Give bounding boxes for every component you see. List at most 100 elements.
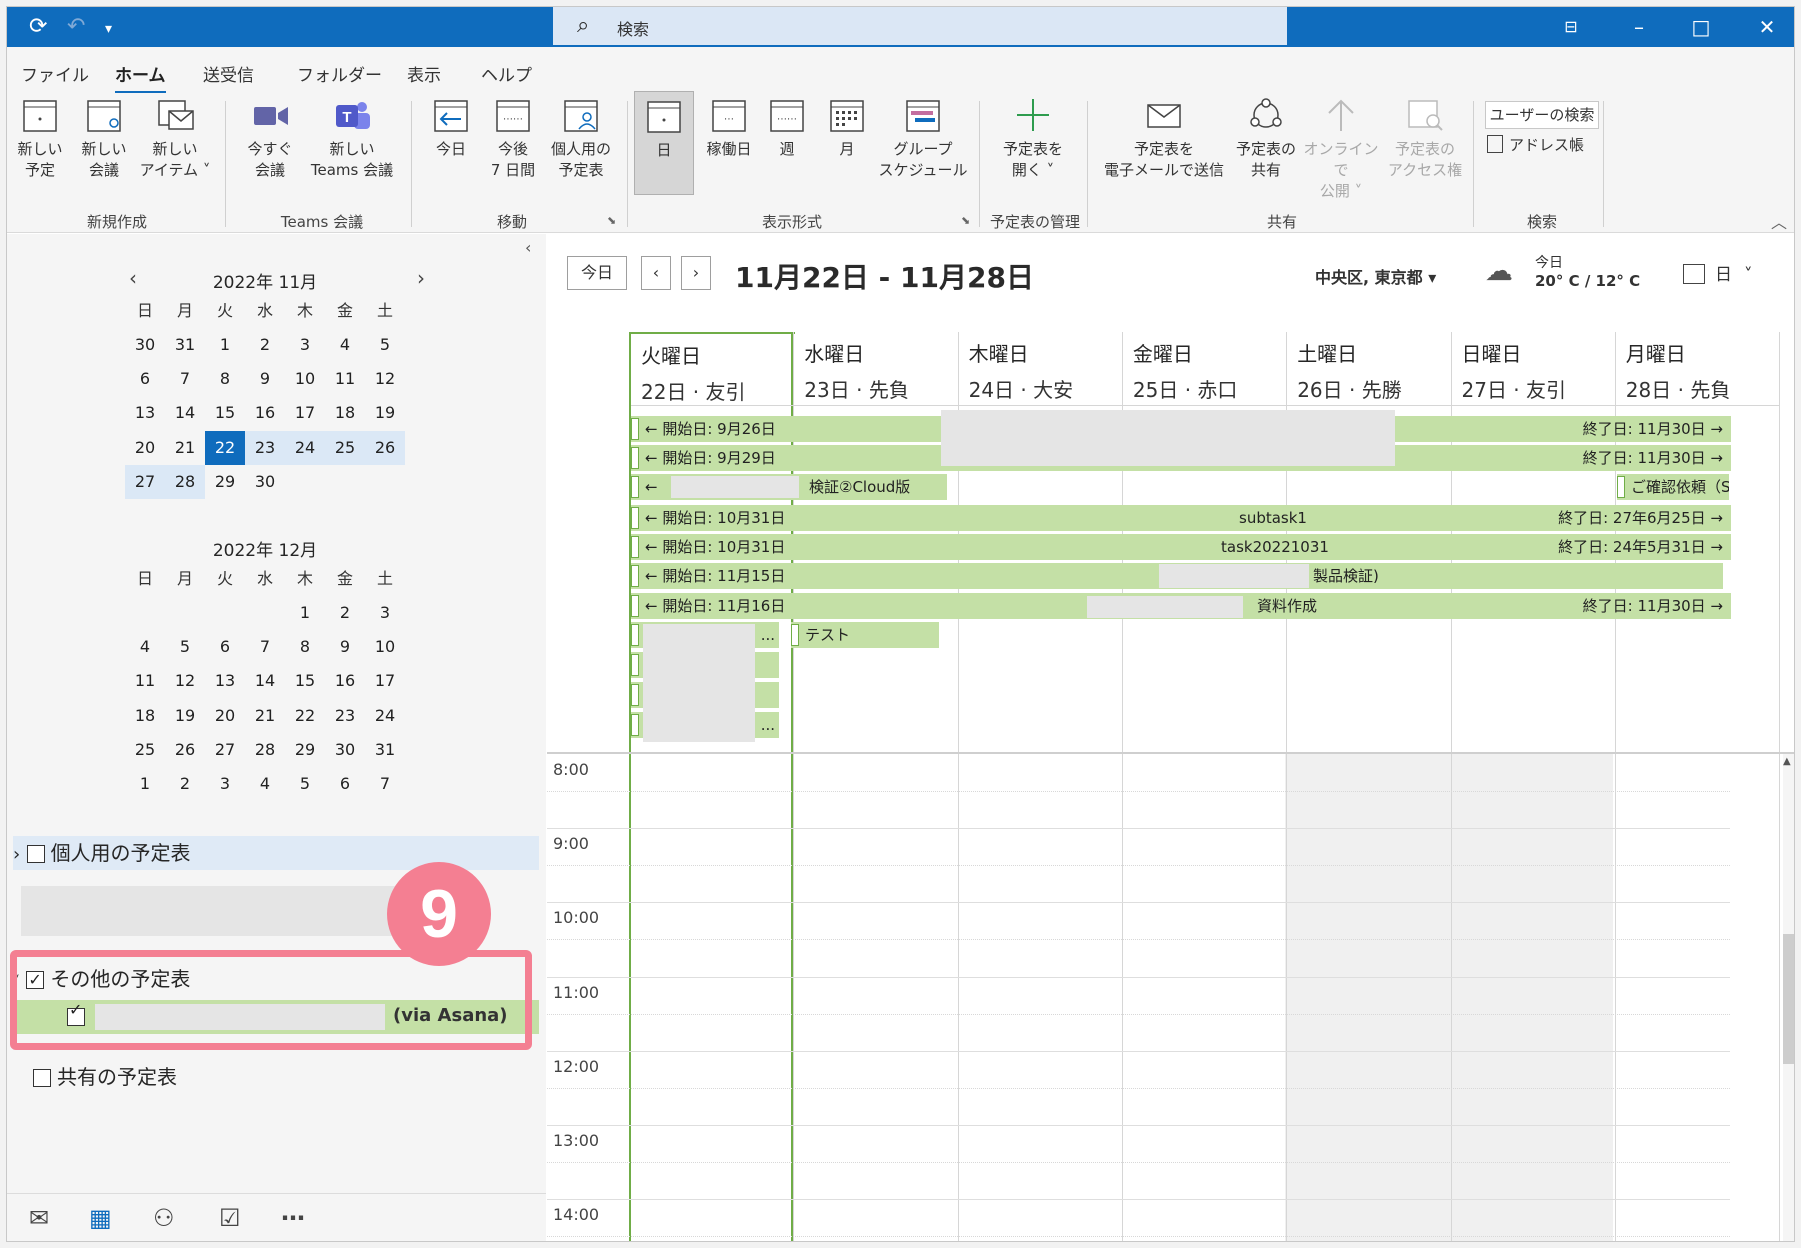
day-cell[interactable]: 1: [285, 596, 325, 630]
day-header[interactable]: 土曜日 26日 · 先勝: [1287, 332, 1452, 406]
email-calendar-button[interactable]: 予定表を 電子メールで送信: [1097, 95, 1231, 181]
day-cell[interactable]: 12: [165, 664, 205, 698]
weather-location[interactable]: 中央区, 東京都 ▾: [1315, 264, 1436, 288]
scroll-up-icon[interactable]: ▲: [1783, 756, 1791, 767]
day-cell[interactable]: 25: [325, 430, 365, 465]
tasks-icon[interactable]: ☑: [219, 1204, 241, 1232]
view-day-button[interactable]: 日: [634, 91, 694, 195]
day-cell[interactable]: 5: [365, 328, 405, 362]
day-header[interactable]: 日曜日 27日 · 友引: [1451, 332, 1616, 406]
shared-checkbox[interactable]: [33, 1069, 51, 1087]
day-cell[interactable]: 21: [165, 431, 205, 465]
tab-folder[interactable]: フォルダー: [297, 61, 382, 86]
day-cell[interactable]: 15: [205, 396, 245, 430]
personal-checkbox[interactable]: [26, 845, 45, 863]
mail-icon[interactable]: ✉: [29, 1204, 49, 1232]
day-header[interactable]: 木曜日 24日 · 大安: [958, 332, 1123, 406]
more-icon[interactable]: ⋯: [281, 1204, 305, 1232]
open-calendar-button[interactable]: 予定表を 開く ˅: [991, 95, 1075, 181]
view-group-schedule-button[interactable]: グループ スケジュール: [875, 95, 971, 181]
day-cell[interactable]: 18: [125, 699, 165, 733]
day-cell[interactable]: 17: [365, 664, 405, 698]
next-7-days-button[interactable]: ⋯⋯ 今後 7 日間: [485, 95, 541, 181]
day-cell[interactable]: 24: [365, 699, 405, 733]
day-cell[interactable]: 13: [205, 664, 245, 698]
day-cell[interactable]: 29: [285, 733, 325, 767]
day-cell[interactable]: 4: [125, 630, 165, 664]
tab-file[interactable]: ファイル: [21, 61, 89, 86]
day-cell[interactable]: 10: [285, 362, 325, 396]
day-cell[interactable]: 11: [125, 664, 165, 698]
day-cell[interactable]: 4: [245, 767, 285, 801]
meet-now-button[interactable]: 今すぐ 会議: [239, 95, 301, 181]
day-cell[interactable]: 11: [325, 362, 365, 396]
event-bar[interactable]: ← 開始日: 10月31日 task20221031 終了日: 24年5月31日 →: [631, 534, 1731, 560]
scrollbar-thumb[interactable]: [1783, 934, 1794, 1064]
day-cell[interactable]: 19: [365, 396, 405, 430]
day-cell[interactable]: 26: [365, 430, 405, 465]
view-workweek-button[interactable]: ⋯ 稼働日: [699, 95, 759, 160]
people-icon[interactable]: ⚇: [153, 1204, 175, 1232]
today-button[interactable]: 今日: [567, 256, 627, 290]
new-teams-meeting-button[interactable]: T 新しい Teams 会議: [303, 95, 401, 181]
day-cell[interactable]: 4: [325, 328, 365, 362]
day-cell[interactable]: 3: [365, 596, 405, 630]
day-cell[interactable]: 27: [205, 733, 245, 767]
user-search-input[interactable]: ユーザーの検索: [1485, 101, 1599, 129]
day-cell[interactable]: 2: [325, 596, 365, 630]
new-meeting-button[interactable]: 新しい 会議: [77, 95, 131, 181]
day-cell[interactable]: 10: [365, 630, 405, 664]
day-cell[interactable]: 28: [245, 733, 285, 767]
tab-send-receive[interactable]: 送受信: [203, 61, 254, 86]
share-calendar-button[interactable]: 予定表の 共有: [1233, 95, 1299, 181]
ribbon-display-icon[interactable]: ⊟: [1551, 11, 1591, 43]
day-cell[interactable]: 12: [365, 362, 405, 396]
day-cell[interactable]: 2: [245, 328, 285, 362]
event-bar[interactable]: ご確認依頼（S...: [1617, 474, 1729, 500]
address-book-button[interactable]: アドレス帳: [1487, 135, 1597, 156]
day-cell[interactable]: 25: [125, 733, 165, 767]
day-cell[interactable]: 30: [125, 328, 165, 362]
day-cell[interactable]: 3: [285, 328, 325, 362]
day-cell[interactable]: 9: [325, 630, 365, 664]
move-launcher-icon[interactable]: ⬊: [607, 214, 616, 227]
day-cell[interactable]: 6: [125, 362, 165, 396]
day-cell[interactable]: 16: [325, 664, 365, 698]
day-cell[interactable]: 26: [165, 733, 205, 767]
minimize-button[interactable]: –: [1619, 11, 1659, 43]
day-cell[interactable]: 31: [365, 733, 405, 767]
view-week-button[interactable]: ⋯⋯ 週: [761, 95, 813, 160]
collapse-ribbon-icon[interactable]: ︿: [1771, 209, 1787, 233]
day-cell[interactable]: 24: [285, 430, 325, 465]
day-cell[interactable]: 6: [325, 767, 365, 801]
day-header[interactable]: 金曜日 25日 · 赤口: [1122, 332, 1287, 406]
view-selector[interactable]: 日 ˅: [1683, 260, 1753, 285]
day-header[interactable]: 月曜日 28日 · 先負: [1615, 332, 1780, 406]
day-cell[interactable]: 30: [325, 733, 365, 767]
day-cell[interactable]: 8: [285, 630, 325, 664]
day-cell[interactable]: 31: [165, 328, 205, 362]
day-cell[interactable]: 15: [285, 664, 325, 698]
event-bar[interactable]: ← 開始日: 10月31日 subtask1 終了日: 27年6月25日 →: [631, 505, 1731, 531]
collapse-pane-icon[interactable]: ‹: [525, 238, 531, 257]
view-launcher-icon[interactable]: ⬊: [961, 214, 970, 227]
search-box[interactable]: ⌕ 検索: [553, 7, 1287, 45]
next-month-icon[interactable]: ›: [417, 266, 425, 290]
day-cell[interactable]: 22: [205, 430, 245, 465]
personal-calendar-button[interactable]: 個人用の 予定表: [547, 95, 615, 181]
publish-online-button[interactable]: オンラインで 公開 ˅: [1301, 95, 1381, 202]
day-cell[interactable]: 27: [125, 464, 165, 499]
day-cell[interactable]: 1: [205, 328, 245, 362]
day-cell[interactable]: 3: [205, 767, 245, 801]
day-cell[interactable]: 14: [245, 664, 285, 698]
go-to-today-button[interactable]: 今日: [425, 95, 477, 160]
maximize-button[interactable]: □: [1681, 11, 1721, 43]
calendar-permissions-button[interactable]: 予定表の アクセス権: [1385, 95, 1465, 181]
day-cell[interactable]: 7: [245, 630, 285, 664]
new-appointment-button[interactable]: 新しい 予定: [15, 95, 65, 181]
day-cell[interactable]: 6: [205, 630, 245, 664]
day-cell[interactable]: 23: [325, 699, 365, 733]
chevron-right-icon[interactable]: ›: [13, 844, 20, 865]
day-cell[interactable]: 7: [165, 362, 205, 396]
day-cell[interactable]: 9: [245, 362, 285, 396]
